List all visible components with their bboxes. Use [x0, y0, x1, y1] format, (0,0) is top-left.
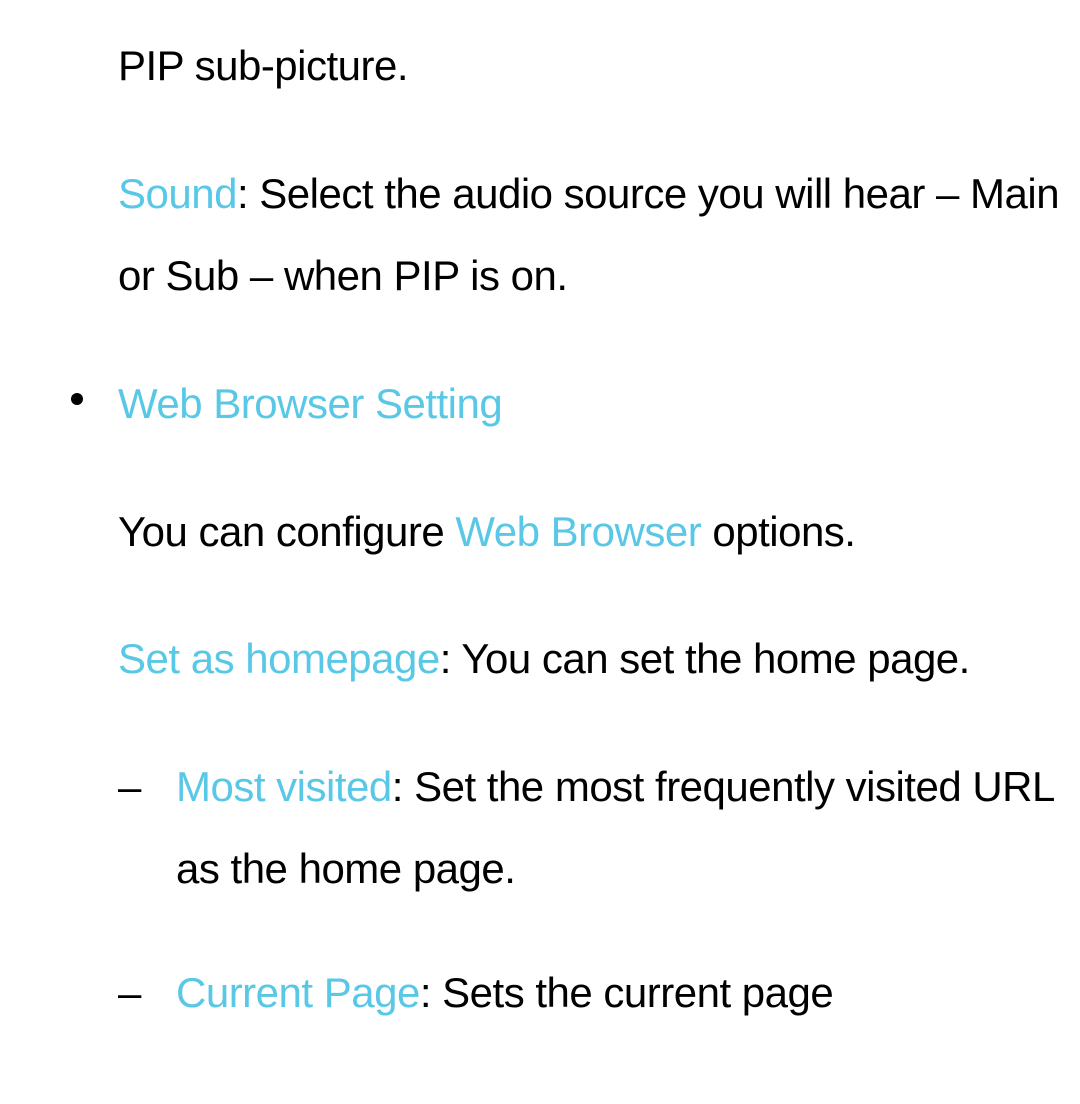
bullet-disc-icon	[71, 393, 83, 405]
sound-label: Sound	[118, 170, 237, 217]
most-visited-paragraph: – Most visited: Set the most frequently …	[176, 746, 1068, 910]
pip-subpicture-fragment: PIP sub-picture.	[118, 25, 1068, 107]
wbs-desc-pre: You can configure	[118, 508, 455, 555]
web-browser-setting-heading-row: Web Browser Setting	[118, 363, 1068, 445]
endash-icon: –	[118, 746, 141, 828]
current-page-label: Current Page	[176, 969, 420, 1016]
wbs-desc-hl: Web Browser	[455, 508, 701, 555]
web-browser-setting-desc: You can configure Web Browser options.	[118, 491, 1068, 573]
set-homepage-desc: : You can set the home page.	[440, 635, 970, 682]
set-homepage-label: Set as homepage	[118, 635, 440, 682]
current-page-desc: : Sets the current page	[420, 969, 833, 1016]
web-browser-setting-heading: Web Browser Setting	[118, 380, 502, 427]
endash-icon: –	[118, 952, 141, 1034]
sound-desc: : Select the audio source you will hear …	[118, 170, 1059, 299]
manual-page: PIP sub-picture. Sound: Select the audio…	[0, 0, 1080, 1034]
wbs-desc-post: options.	[701, 508, 855, 555]
sound-paragraph: Sound: Select the audio source you will …	[118, 153, 1068, 317]
set-homepage-paragraph: Set as homepage: You can set the home pa…	[118, 618, 1068, 700]
most-visited-label: Most visited	[176, 763, 392, 810]
current-page-paragraph: – Current Page: Sets the current page	[176, 952, 1068, 1034]
